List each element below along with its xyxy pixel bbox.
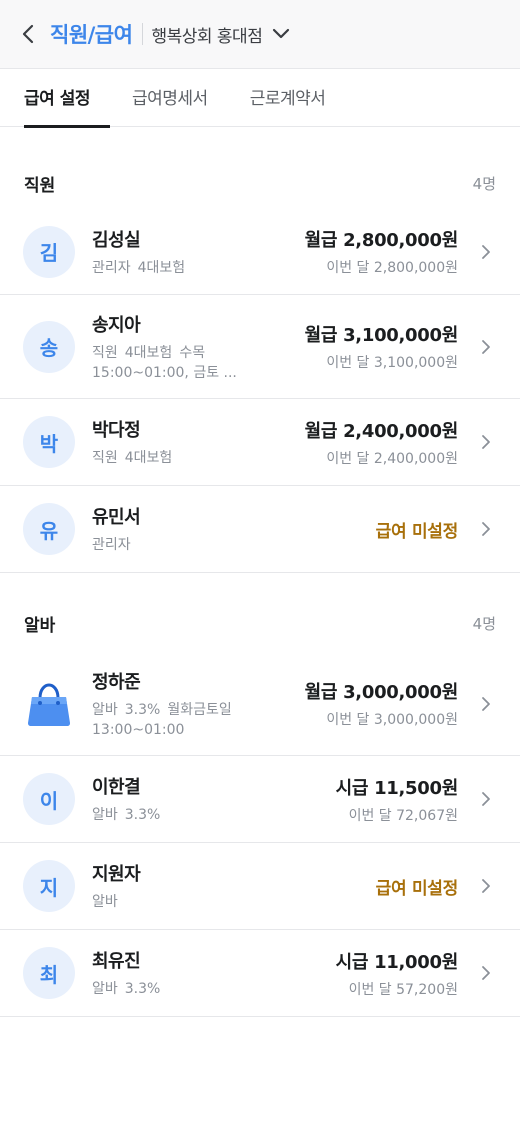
employee-name: 박다정 [92, 420, 141, 441]
top-bar: 직원/급여 행복상회 홍대점 [0, 0, 520, 69]
back-arrow-icon[interactable] [18, 24, 38, 44]
chevron-right-icon [480, 964, 492, 982]
chevron-right-icon [480, 877, 492, 895]
employee-name: 이한결 [92, 777, 141, 798]
avatar: 박 [23, 416, 75, 468]
staff-section-header: 직원 4명 [0, 171, 520, 196]
avatar: 김 [23, 225, 75, 278]
chevron-right-icon [480, 695, 492, 713]
section-title: 직원 [24, 176, 56, 196]
salary-amount: 월급 2,800,000원 [304, 230, 459, 251]
shopping-bag-icon [23, 678, 75, 730]
parttime-section-header: 알바 4명 [0, 611, 520, 636]
employee-name: 정하준 [92, 671, 141, 693]
employee-row[interactable]: 박 박다정 직원 4대보험 월급 2,400,000원 이번 달 2,400,00… [0, 399, 520, 486]
hourly-wage: 시급 11,500원 [335, 777, 459, 799]
this-month-amount: 이번 달 57,200원 [348, 981, 458, 998]
this-month-amount: 이번 달 2,400,000원 [326, 450, 458, 467]
salary-amount: 월급 3,000,000원 [304, 682, 459, 703]
employee-name: 최유진 [92, 951, 141, 972]
title-divider [142, 23, 144, 45]
employee-row[interactable]: 김 김성실 관리자 4대보험 월급 2,800,000원 이번 달 2,800,0… [0, 209, 520, 295]
employee-row[interactable]: 송 송지아 직원 4대보험 수목 15:00~01:00, 금토 ... 월급 3,… [0, 295, 520, 399]
employee-meta: 직원 4대보험 [92, 450, 173, 466]
employee-row[interactable]: 이 이한결 알바 3.3% 시급 11,500원 이번 달 72,067원 [0, 756, 520, 843]
store-selector[interactable]: 행복상회 홍대점 [151, 22, 262, 47]
employee-meta: 알바 3.3% [92, 807, 161, 823]
employee-row[interactable]: 유 유민서 관리자 급여 미설정 [0, 486, 520, 573]
page-title: 직원/급여 [50, 23, 133, 47]
employee-meta: 알바 3.3% 월화금토일 [92, 701, 232, 718]
tab-payroll-settings[interactable]: 급여 설정 [24, 69, 110, 128]
salary-amount: 월급 3,100,000원 [304, 325, 459, 346]
avatar: 최 [23, 947, 75, 999]
section-title: 알바 [24, 616, 56, 636]
employee-row[interactable]: 정하준 알바 3.3% 월화금토일 13:00~01:00 월급 3,000,000… [0, 652, 520, 756]
section-count: 4명 [472, 615, 496, 633]
employee-meta: 관리자 4대보험 [92, 259, 186, 276]
employee-name: 유민서 [92, 507, 141, 528]
hourly-wage: 시급 11,000원 [335, 951, 459, 973]
pay-unset-label: 급여 미설정 [375, 878, 459, 899]
employee-row[interactable]: 최 최유진 알바 3.3% 시급 11,000원 이번 달 57,200원 [0, 930, 520, 1017]
avatar: 지 [23, 860, 75, 912]
employee-meta: 관리자 [92, 537, 131, 553]
chevron-down-icon[interactable] [272, 25, 290, 43]
employee-name: 송지아 [92, 314, 141, 336]
chevron-right-icon [480, 433, 492, 451]
employee-meta: 알바 [92, 894, 118, 910]
employee-schedule: 15:00~01:00, 금토 ... [92, 364, 237, 381]
chevron-right-icon [480, 790, 492, 808]
employee-meta: 알바 3.3% [92, 981, 161, 997]
employee-row[interactable]: 지 지원자 알바 급여 미설정 [0, 843, 520, 930]
employee-meta: 직원 4대보험 수목 [92, 344, 206, 361]
chevron-right-icon [480, 338, 492, 356]
employee-name: 지원자 [92, 864, 141, 885]
avatar: 유 [23, 503, 75, 555]
this-month-amount: 이번 달 2,800,000원 [326, 260, 458, 276]
chevron-right-icon [480, 520, 492, 538]
pay-unset-label: 급여 미설정 [375, 521, 459, 542]
this-month-amount: 이번 달 3,000,000원 [326, 712, 458, 728]
employee-name: 김성실 [92, 229, 141, 251]
this-month-amount: 이번 달 3,100,000원 [326, 355, 458, 371]
tab-bar: 급여 설정 급여명세서 근로계약서 [0, 69, 520, 128]
chevron-right-icon [480, 243, 492, 261]
this-month-amount: 이번 달 72,067원 [348, 807, 458, 824]
tab-payslips[interactable]: 급여명세서 [132, 69, 208, 127]
avatar: 이 [23, 773, 75, 825]
employee-schedule: 13:00~01:00 [92, 721, 185, 738]
section-count: 4명 [472, 175, 496, 193]
salary-amount: 월급 2,400,000원 [304, 420, 459, 442]
avatar: 송 [23, 320, 75, 373]
tab-contracts[interactable]: 근로계약서 [250, 69, 326, 127]
